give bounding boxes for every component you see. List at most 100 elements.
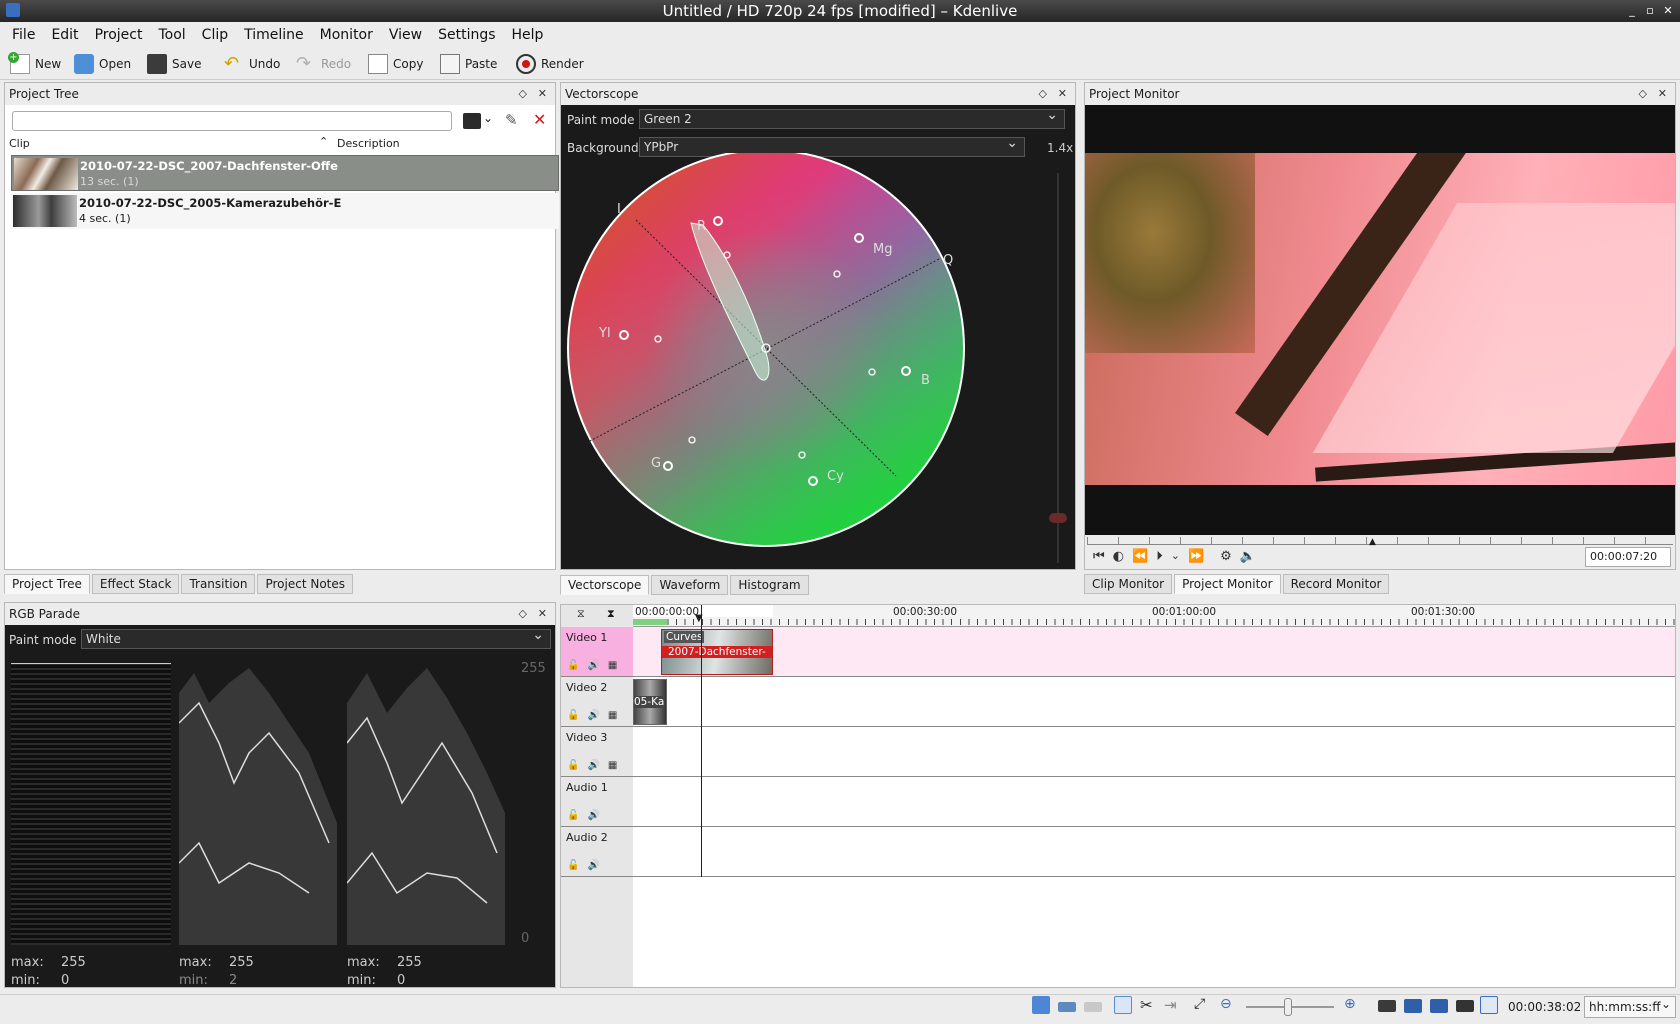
snap-icon[interactable]: [1378, 1000, 1396, 1012]
menu-tool[interactable]: Tool: [150, 27, 193, 43]
timecode-format-select[interactable]: hh:mm:ss:ff ⌄: [1584, 996, 1676, 1018]
zoom-out-icon[interactable]: ⊖: [1220, 996, 1232, 1012]
menu-edit[interactable]: Edit: [43, 27, 86, 43]
redo-button[interactable]: ↷ Redo: [296, 52, 351, 76]
search-input[interactable]: [12, 111, 452, 131]
close-panel-icon[interactable]: ✕: [538, 603, 547, 625]
paint-mode-select[interactable]: White: [81, 626, 551, 649]
playhead-marker-icon[interactable]: ▲: [1369, 537, 1376, 547]
track-controls[interactable]: 🔓🔊▦: [567, 760, 625, 771]
timeline-playhead[interactable]: [701, 605, 702, 877]
tab-effect-stack[interactable]: Effect Stack: [91, 574, 180, 594]
list-item[interactable]: 2010-07-22-DSC_2007-Dachfenster-Offe 13 …: [11, 155, 559, 191]
menu-monitor[interactable]: Monitor: [312, 27, 381, 43]
menu-help[interactable]: Help: [504, 27, 552, 43]
stat-min-g: 2: [229, 973, 238, 988]
markers-icon[interactable]: [1084, 1002, 1102, 1012]
tab-project-notes[interactable]: Project Notes: [257, 574, 354, 594]
menu-project[interactable]: Project: [87, 27, 151, 43]
rewind-icon[interactable]: ⏪: [1132, 549, 1148, 564]
track-audio-1: Audio 1 🔓🔊: [561, 777, 1675, 827]
stat-min-label-b: min:: [347, 973, 376, 988]
timeline-clip[interactable]: 05-Ka: [633, 679, 667, 725]
tab-project-monitor[interactable]: Project Monitor: [1174, 574, 1281, 594]
menu-clip[interactable]: Clip: [194, 27, 236, 43]
track-controls[interactable]: 🔓🔊: [567, 810, 608, 821]
forward-icon[interactable]: ⏩: [1188, 549, 1204, 564]
paste-button[interactable]: Paste: [440, 52, 497, 76]
open-button[interactable]: Open: [74, 52, 131, 76]
audio-thumbnails-icon[interactable]: [1058, 1002, 1076, 1012]
parade-blue-channel: [347, 668, 505, 945]
video-thumbnails-icon[interactable]: [1032, 996, 1050, 1014]
play-icon[interactable]: ⏵: [1156, 549, 1163, 564]
close-panel-icon[interactable]: ✕: [1058, 83, 1067, 105]
close-window-icon[interactable]: ✕: [1660, 3, 1676, 19]
chevron-down-icon[interactable]: ⌄: [1171, 549, 1180, 564]
new-button[interactable]: + New: [8, 52, 61, 76]
monitor-timecode-field[interactable]: 00:00:07:20: [1585, 547, 1671, 567]
clip-effect-label: Curves: [664, 631, 705, 643]
tab-waveform[interactable]: Waveform: [651, 575, 729, 595]
tab-clip-monitor[interactable]: Clip Monitor: [1084, 574, 1173, 594]
chevron-down-icon[interactable]: ⌄: [483, 111, 493, 125]
playhead-marker-icon[interactable]: ▼: [695, 613, 703, 624]
paint-mode-label: Paint mode: [567, 113, 635, 127]
menu-settings[interactable]: Settings: [430, 27, 503, 43]
float-panel-icon[interactable]: ◇: [1039, 83, 1047, 105]
settings-gear-icon[interactable]: ⚙: [1220, 549, 1232, 564]
timeline-ruler[interactable]: 00:00:00:00 00:00:30:00 00:01:00:00 00:0…: [633, 605, 1675, 627]
terminal-icon[interactable]: [1456, 1000, 1474, 1012]
set-zone-in-icon[interactable]: ◐: [1113, 549, 1124, 564]
fit-zoom-icon[interactable]: ⤢: [1194, 996, 1205, 1012]
render-button[interactable]: Render: [516, 52, 584, 76]
edit-clip-icon[interactable]: ✎: [505, 111, 518, 129]
close-panel-icon[interactable]: ✕: [538, 83, 547, 105]
tab-project-tree[interactable]: Project Tree: [4, 574, 90, 594]
menu-file[interactable]: File: [4, 27, 43, 43]
expand-tracks-icon[interactable]: ⧗: [607, 607, 615, 621]
spacer-tool-icon[interactable]: ⇥: [1164, 996, 1177, 1014]
selection-tool-icon[interactable]: [1114, 996, 1132, 1014]
tab-histogram[interactable]: Histogram: [730, 575, 809, 595]
zone-marker[interactable]: [633, 619, 667, 625]
tab-transition[interactable]: Transition: [181, 574, 256, 594]
zoom-slider-handle[interactable]: [1284, 998, 1292, 1016]
minimize-icon[interactable]: _: [1624, 3, 1640, 19]
float-panel-icon[interactable]: ◇: [519, 83, 527, 105]
tab-record-monitor[interactable]: Record Monitor: [1282, 574, 1390, 594]
paint-mode-select[interactable]: Green 2: [639, 106, 1065, 129]
track-controls[interactable]: 🔓🔊: [567, 860, 608, 871]
menu-timeline[interactable]: Timeline: [236, 27, 312, 43]
split-audio-icon[interactable]: [1404, 999, 1422, 1013]
delete-clip-icon[interactable]: ✕: [533, 110, 546, 129]
column-header-clip[interactable]: Clip: [9, 137, 30, 150]
undo-button[interactable]: ↶ Undo: [224, 52, 280, 76]
list-item[interactable]: 2010-07-22-DSC_2005-Kamerazubehör-E 4 se…: [11, 193, 559, 229]
show-audio-icon[interactable]: [1430, 999, 1448, 1013]
track-controls[interactable]: 🔓🔊▦: [567, 660, 625, 671]
ripple-icon[interactable]: [1480, 996, 1498, 1014]
float-panel-icon[interactable]: ◇: [519, 603, 527, 625]
razor-tool-icon[interactable]: ✂: [1140, 996, 1153, 1014]
save-button[interactable]: Save: [147, 52, 201, 76]
float-panel-icon[interactable]: ◇: [1639, 83, 1647, 105]
zoom-in-icon[interactable]: ⊕: [1344, 996, 1356, 1012]
zoom-slider-handle[interactable]: [1049, 513, 1067, 523]
column-header-description[interactable]: Description: [337, 137, 400, 150]
menu-view[interactable]: View: [381, 27, 430, 43]
zoom-slider[interactable]: [1057, 173, 1059, 563]
transport-controls: ⏮ ◐ ⏪ ⏵ ⌄ ⏩ ⚙ 🔈: [1093, 549, 1256, 564]
volume-icon[interactable]: 🔈: [1240, 549, 1256, 564]
add-clip-icon[interactable]: [463, 113, 481, 129]
track-controls[interactable]: 🔓🔊▦: [567, 710, 625, 721]
copy-button[interactable]: Copy: [368, 52, 423, 76]
tab-vectorscope[interactable]: Vectorscope: [560, 575, 650, 595]
collapse-tracks-icon[interactable]: ⧖: [577, 607, 585, 621]
stat-max-r: 255: [61, 955, 86, 970]
rewind-start-icon[interactable]: ⏮: [1093, 549, 1105, 564]
close-panel-icon[interactable]: ✕: [1658, 83, 1667, 105]
timeline-clip[interactable]: Curves 2007-Dachfenster-: [661, 629, 773, 675]
maximize-icon[interactable]: ▫: [1642, 3, 1658, 19]
monitor-ruler[interactable]: [1087, 537, 1673, 545]
